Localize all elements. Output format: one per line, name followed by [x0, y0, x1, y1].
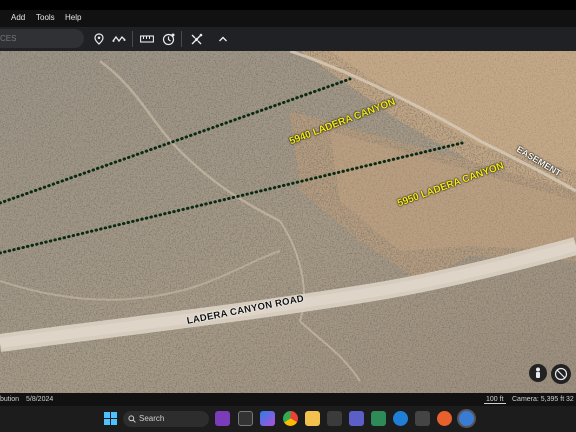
placemark-icon[interactable] — [91, 31, 107, 47]
chevron-up-icon[interactable] — [215, 31, 231, 47]
search-input[interactable] — [0, 29, 84, 48]
firefox-icon[interactable] — [437, 411, 452, 426]
toolbar-separator — [181, 31, 182, 47]
historical-imagery-icon[interactable] — [160, 31, 176, 47]
chrome-icon[interactable] — [283, 411, 298, 426]
status-bar: bution 5/8/2024 100 ft Camera: 5,395 ft … — [0, 393, 576, 406]
excel-icon[interactable] — [371, 411, 386, 426]
street-view-pegman-icon[interactable] — [529, 364, 547, 382]
attribution-text[interactable]: bution — [0, 396, 19, 403]
scale-bar: 100 ft — [484, 396, 506, 404]
menu-bar: Add Tools Help — [0, 10, 576, 27]
coordinate-readout: 32 — [566, 396, 574, 403]
app-icon[interactable] — [415, 411, 430, 426]
voyager-icon[interactable] — [188, 31, 204, 47]
taskbar-search-box[interactable]: Search — [123, 411, 209, 427]
search-icon — [128, 415, 136, 423]
copilot-icon[interactable] — [215, 411, 230, 426]
file-explorer-icon[interactable] — [305, 411, 320, 426]
teams-icon[interactable] — [349, 411, 364, 426]
widgets-icon[interactable] — [260, 411, 275, 426]
windows-start-icon[interactable] — [103, 411, 118, 426]
menu-add[interactable]: Add — [11, 13, 25, 22]
ruler-icon[interactable] — [139, 31, 155, 47]
taskbar: Search — [0, 406, 576, 432]
map-view[interactable]: 5940 LADERA CANYON 5950 LADERA CANYON EA… — [0, 51, 576, 393]
toolbar — [0, 27, 576, 51]
taskbar-search-label: Search — [139, 414, 165, 423]
task-view-icon[interactable] — [238, 411, 253, 426]
menu-help[interactable]: Help — [65, 13, 81, 22]
google-earth-icon[interactable] — [459, 411, 474, 426]
imagery-date: 5/8/2024 — [26, 396, 54, 403]
store-icon[interactable] — [327, 411, 342, 426]
path-icon[interactable] — [111, 31, 127, 47]
compass-icon[interactable] — [551, 364, 571, 384]
edge-icon[interactable] — [393, 411, 408, 426]
toolbar-separator — [132, 31, 133, 47]
camera-altitude: Camera: 5,395 ft — [512, 396, 565, 403]
satellite-imagery — [0, 51, 576, 393]
menu-tools[interactable]: Tools — [36, 13, 55, 22]
top-strip — [0, 0, 576, 10]
